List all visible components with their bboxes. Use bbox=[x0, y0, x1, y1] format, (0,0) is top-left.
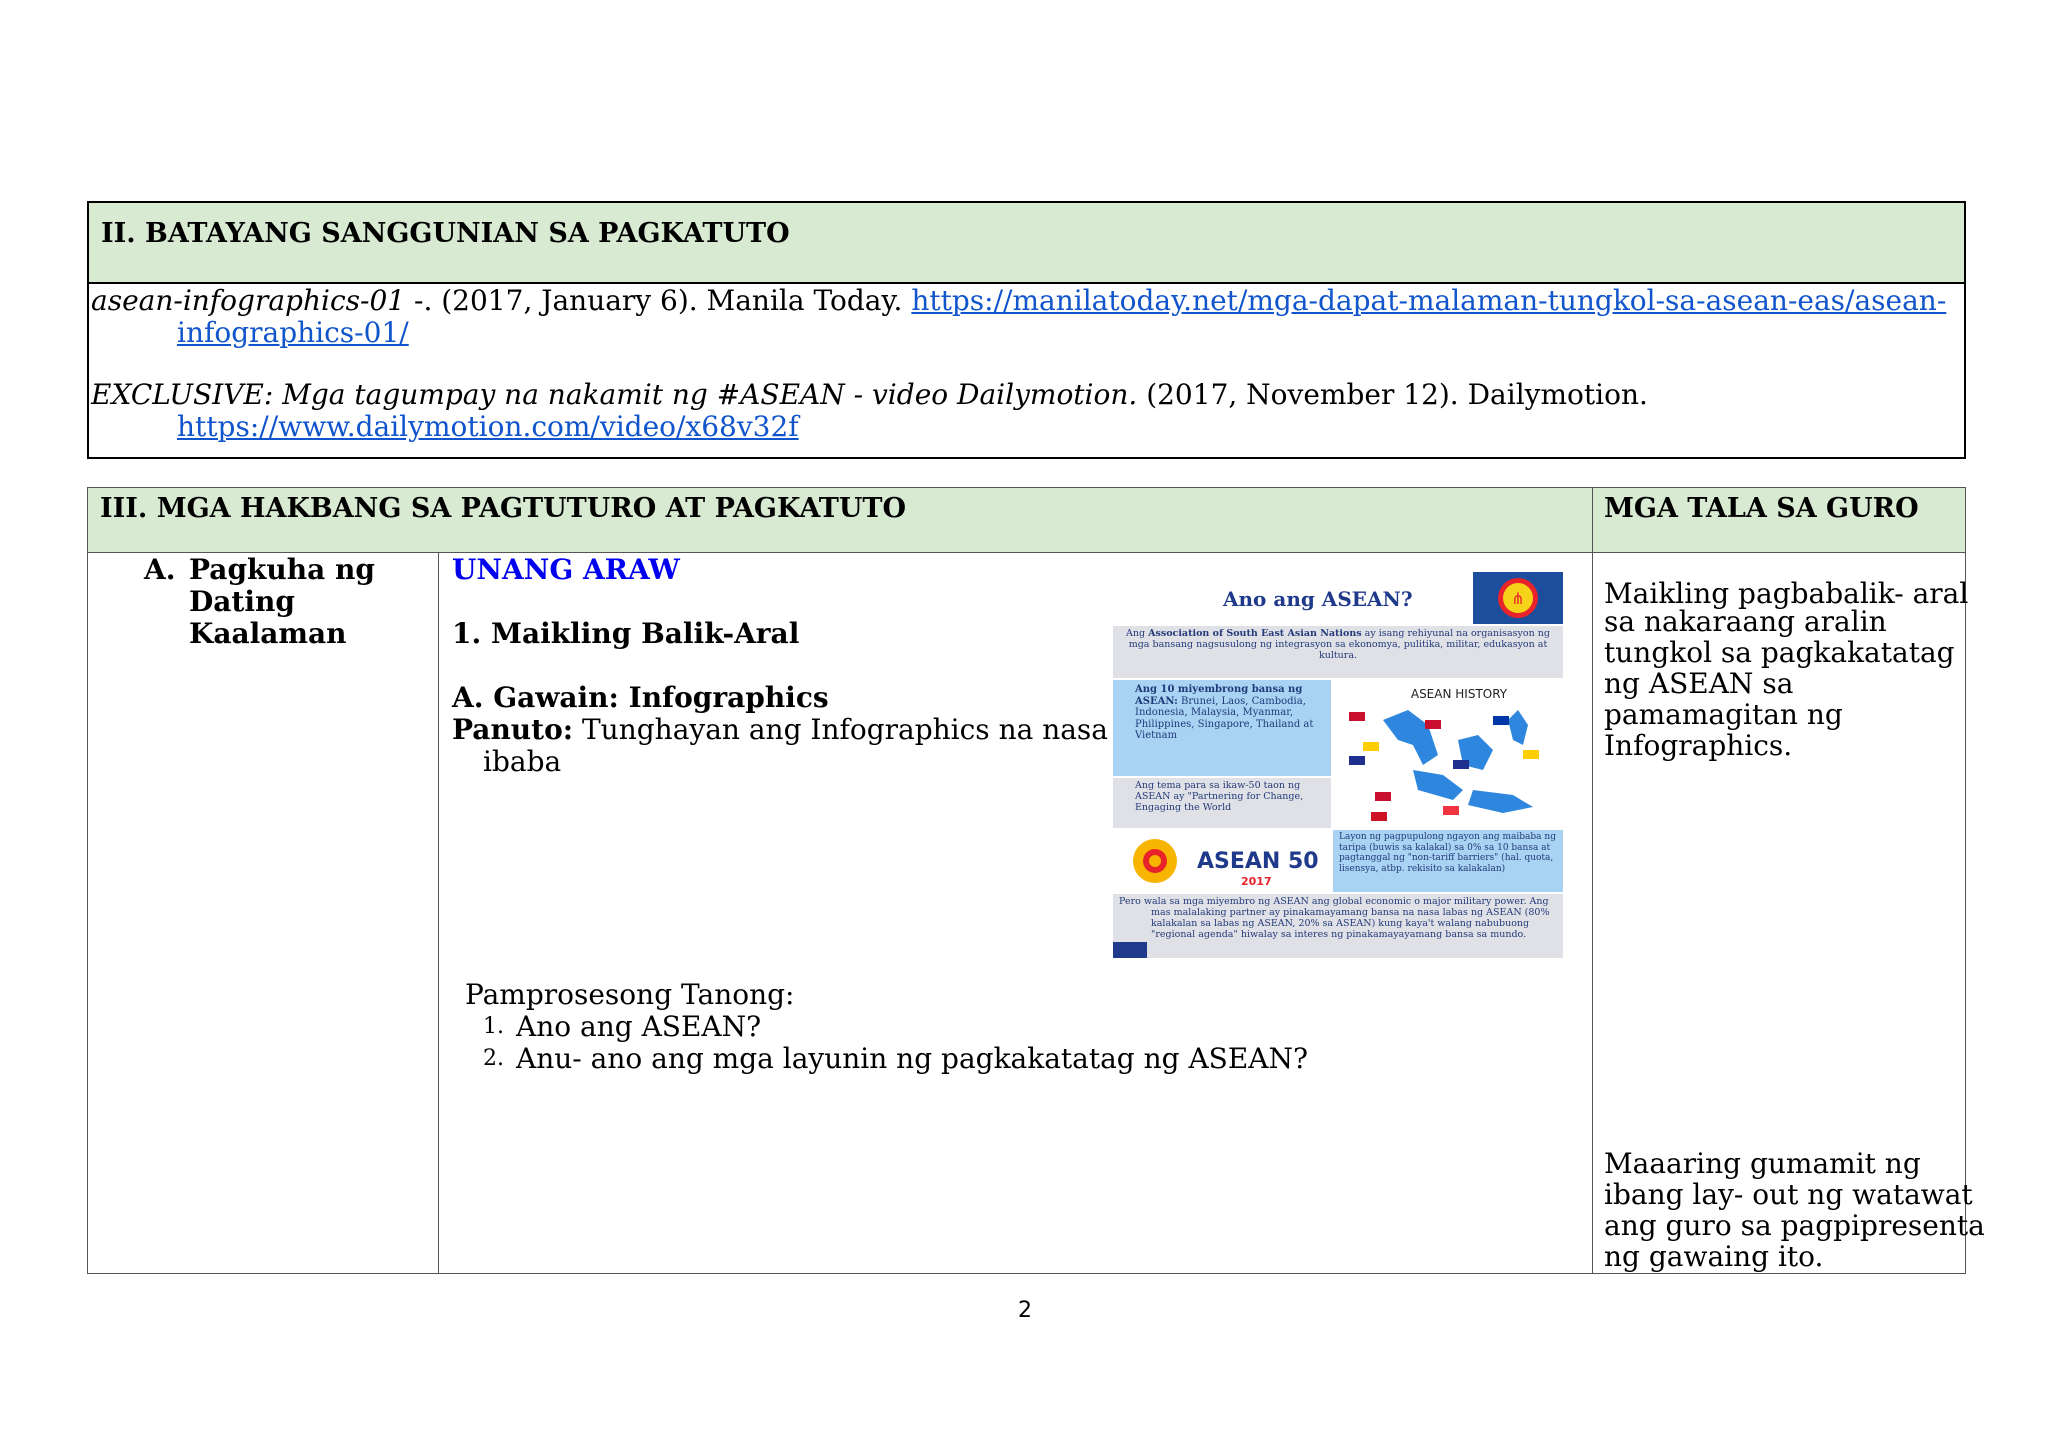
teacher-note-line: pamamagitan ng bbox=[1604, 698, 1843, 731]
intro-pre: Ang bbox=[1126, 628, 1149, 639]
references-table: II. BATAYANG SANGGUNIAN SA PAGKATUTO ase… bbox=[87, 201, 1966, 459]
review-heading: 1. Maikling Balik-Aral bbox=[452, 617, 800, 650]
day-label: UNANG ARAW bbox=[452, 553, 680, 586]
steps-table: III. MGA HAKBANG SA PAGTUTURO AT PAGKATU… bbox=[87, 487, 1985, 1274]
teacher-note-line: tungkol sa pagkakatatag bbox=[1604, 636, 1955, 669]
teacher-note-line: ang guro sa pagpipresenta bbox=[1604, 1209, 1985, 1242]
instruction: Panuto: Tunghayan ang Infographics na na… bbox=[452, 714, 1108, 746]
teacher-note-line: sa nakaraang aralin bbox=[1604, 605, 1887, 638]
reference-1-link[interactable]: https://manilatoday.net/mga-dapat-malama… bbox=[911, 284, 1946, 317]
steps-header: III. MGA HAKBANG SA PAGTUTURO AT PAGKATU… bbox=[88, 488, 1965, 553]
infographic-tariff: Layon ng pagpupulong ngayon ang maibaba … bbox=[1339, 832, 1556, 874]
logo-text: ASEAN 50 bbox=[1197, 849, 1319, 874]
infographic-theme: Ang tema para sa ikaw-50 taon ng ASEAN a… bbox=[1135, 780, 1304, 813]
activity-heading: A. Gawain: Infographics bbox=[452, 681, 829, 714]
reference-2: EXCLUSIVE: Mga tagumpay na nakamit ng #A… bbox=[91, 379, 1648, 443]
asean-infographic: Ano ang ASEAN? ⋔ Ang Association of Sout… bbox=[1113, 570, 1563, 958]
references-header: II. BATAYANG SANGGUNIAN SA PAGKATUTO bbox=[89, 203, 1964, 284]
teacher-note-line: Infographics. bbox=[1604, 729, 1793, 762]
column-divider bbox=[1592, 488, 1593, 1273]
reference-2-title: EXCLUSIVE: Mga tagumpay na nakamit ng #A… bbox=[91, 378, 1138, 411]
teacher-note-line: ng gawaing ito. bbox=[1604, 1240, 1824, 1273]
step-label-line: Dating bbox=[189, 585, 295, 618]
reference-2-link[interactable]: https://www.dailymotion.com/video/x68v32… bbox=[177, 410, 799, 443]
steps-header-left: III. MGA HAKBANG SA PAGTUTURO AT PAGKATU… bbox=[100, 493, 907, 524]
asean-emblem-icon: ⋔ bbox=[1473, 572, 1563, 624]
reference-1: asean-infographics-01 -. (2017, January … bbox=[91, 285, 1946, 349]
instruction-cont: ibaba bbox=[483, 745, 562, 778]
column-divider bbox=[438, 552, 439, 1273]
instruction-text: Tunghayan ang Infographics na nasa bbox=[573, 713, 1108, 746]
question-number: 1. bbox=[483, 1014, 504, 1039]
reference-1-link-cont[interactable]: infographics-01/ bbox=[177, 316, 409, 349]
step-label-line: Kaalaman bbox=[189, 617, 347, 650]
infographic-intro: Ang Association of South East Asian Nati… bbox=[1121, 628, 1555, 661]
reference-2-info: (2017, November 12). Dailymotion. bbox=[1137, 378, 1648, 411]
instruction-label: Panuto: bbox=[452, 713, 574, 746]
infographic-members: Ang 10 miyembrong bansa ng ASEAN: Brunei… bbox=[1135, 684, 1331, 742]
question-item: Anu- ano ang mga layunin ng pagkakatatag… bbox=[516, 1042, 1309, 1075]
logo-year: 2017 bbox=[1241, 875, 1272, 888]
svg-text:⋔: ⋔ bbox=[1511, 589, 1524, 608]
questions-label: Pamprosesong Tanong: bbox=[465, 978, 795, 1011]
reference-1-info: -. (2017, January 6). Manila Today. bbox=[405, 284, 912, 317]
infographic-title: Ano ang ASEAN? bbox=[1222, 587, 1413, 611]
history-label: ASEAN HISTORY bbox=[1411, 687, 1508, 701]
step-label-line: Pagkuha ng bbox=[189, 553, 375, 586]
question-number: 2. bbox=[483, 1046, 504, 1071]
asean50-logo-icon bbox=[1133, 839, 1177, 883]
intro-bold: Association of South East Asian Nations bbox=[1148, 628, 1362, 639]
teacher-note-line: ibang lay- out ng watawat bbox=[1604, 1178, 1973, 1211]
steps-header-right: MGA TALA SA GURO bbox=[1604, 493, 1919, 524]
reference-1-title: asean-infographics-01 bbox=[91, 284, 406, 317]
teacher-note-line: ng ASEAN sa bbox=[1604, 667, 1794, 700]
infographic-footer: Pero wala sa mga miyembro ng ASEAN ang g… bbox=[1119, 896, 1550, 940]
teacher-note-line: Maaaring gumamit ng bbox=[1604, 1147, 1921, 1180]
page-number: 2 bbox=[1018, 1298, 1032, 1323]
question-item: Ano ang ASEAN? bbox=[516, 1010, 762, 1043]
references-header-text: II. BATAYANG SANGGUNIAN SA PAGKATUTO bbox=[101, 218, 790, 249]
step-letter: A. bbox=[144, 553, 176, 586]
